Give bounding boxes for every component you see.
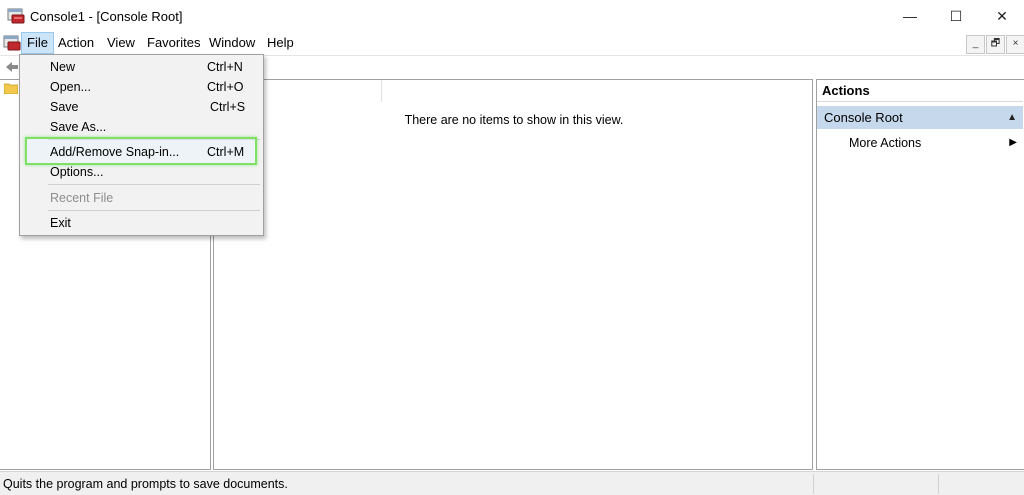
window-title: Console1 - [Console Root] xyxy=(30,9,183,24)
menu-separator xyxy=(48,184,260,185)
collapse-caret-icon[interactable]: ▲ xyxy=(1007,106,1017,129)
minimize-button[interactable]: — xyxy=(887,0,933,32)
menu-item-shortcut: Ctrl+M xyxy=(207,145,245,159)
menu-item-label: Save As... xyxy=(50,120,107,134)
close-button[interactable]: ✕ xyxy=(979,0,1024,32)
column-header-divider[interactable] xyxy=(381,80,382,102)
title-bar: Console1 - [Console Root] — ☐ ✕ xyxy=(0,0,1024,32)
menu-item-label: Exit xyxy=(50,216,71,230)
menu-item-options[interactable]: Options... xyxy=(20,162,263,182)
back-arrow-icon[interactable] xyxy=(4,59,20,75)
menu-item-new[interactable]: New Ctrl+N xyxy=(20,57,263,77)
menu-item-label: Add/Remove Snap-in... xyxy=(50,145,180,159)
actions-pane: Actions Console Root ▲ More Actions ▶ xyxy=(816,79,1024,470)
mmc-console-icon xyxy=(7,8,25,24)
console-system-menu-icon[interactable] xyxy=(3,35,21,51)
menu-view[interactable]: View xyxy=(102,32,140,54)
status-divider xyxy=(938,474,939,494)
menu-item-add-remove-snap-in[interactable]: Add/Remove Snap-in... Ctrl+M xyxy=(20,142,263,162)
menu-favorites[interactable]: Favorites xyxy=(142,32,205,54)
child-close-button[interactable]: × xyxy=(1006,35,1024,54)
menu-item-label: Recent File xyxy=(50,191,114,205)
actions-section-console-root[interactable]: Console Root ▲ xyxy=(817,106,1023,129)
menu-item-label: New xyxy=(50,60,76,74)
status-divider xyxy=(813,474,814,494)
action-label: More Actions xyxy=(849,136,922,150)
action-more-actions[interactable]: More Actions ▶ xyxy=(817,133,1023,153)
menu-item-shortcut: Ctrl+S xyxy=(210,100,246,114)
actions-section-label: Console Root xyxy=(824,110,903,125)
menu-bar: File Action View Favorites Window Help xyxy=(0,32,1024,54)
menu-action[interactable]: Action xyxy=(53,32,99,54)
menu-item-label: Save xyxy=(50,100,79,114)
menu-item-label: Options... xyxy=(50,165,104,179)
menu-help[interactable]: Help xyxy=(262,32,299,54)
menu-separator xyxy=(48,210,260,211)
folder-icon[interactable] xyxy=(4,82,18,94)
menu-item-exit[interactable]: Exit xyxy=(20,213,263,233)
menu-item-open[interactable]: Open... Ctrl+O xyxy=(20,77,263,97)
file-menu-dropdown: New Ctrl+N Open... Ctrl+O Save Ctrl+S Sa… xyxy=(19,54,264,236)
results-pane[interactable]: There are no items to show in this view. xyxy=(213,79,813,470)
child-minimize-button[interactable]: _ xyxy=(966,35,985,54)
menu-window[interactable]: Window xyxy=(204,32,260,54)
menu-item-label: Open... xyxy=(50,80,91,94)
menu-item-recent-file: Recent File xyxy=(20,188,263,208)
maximize-button[interactable]: ☐ xyxy=(933,0,979,32)
status-text: Quits the program and prompts to save do… xyxy=(3,477,288,491)
empty-view-message: There are no items to show in this view. xyxy=(404,113,624,127)
menu-item-shortcut: Ctrl+O xyxy=(207,80,244,94)
status-bar: Quits the program and prompts to save do… xyxy=(0,471,1024,495)
child-restore-button[interactable]: 🗗 xyxy=(986,35,1005,54)
submenu-arrow-icon: ▶ xyxy=(1009,137,1017,148)
menu-item-save-as[interactable]: Save As... xyxy=(20,117,263,137)
actions-header: Actions xyxy=(817,80,1023,102)
menu-item-save[interactable]: Save Ctrl+S xyxy=(20,97,263,117)
menu-file[interactable]: File xyxy=(21,32,54,54)
menu-item-shortcut: Ctrl+N xyxy=(207,60,243,74)
